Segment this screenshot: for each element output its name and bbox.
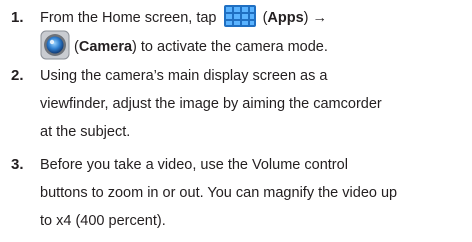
step-line: Using the camera’s main display screen a… (40, 68, 328, 84)
step-number: 3. (11, 156, 24, 173)
step-line: at the subject. (40, 124, 131, 140)
step-number: 1. (11, 9, 24, 26)
apps-grid-icon (223, 5, 256, 28)
step-number: 2. (11, 67, 24, 84)
step-line: to x4 (400 percent). (40, 213, 166, 229)
camera-label: Camera (78, 38, 133, 55)
step-text: ) to activate the camera mode. (132, 38, 328, 55)
step-line: Before you take a video, use the Volume … (40, 157, 348, 173)
step-1-line-1: From the Home screen, tap (Apps) → (40, 4, 327, 32)
apps-label: Apps (267, 10, 304, 26)
paren-close: ) (303, 10, 309, 26)
instruction-list: 1. From the Home screen, tap (Apps) → (C… (0, 0, 472, 242)
step-1-line-2: (Camera) to activate the camera mode. (40, 30, 328, 60)
arrow-icon: → (312, 10, 328, 26)
step-line: buttons to zoom in or out. You can magni… (40, 185, 398, 201)
step-line: viewfinder, adjust the image by aiming t… (40, 96, 382, 112)
step-text: From the Home screen, tap (40, 10, 217, 26)
camera-icon (40, 30, 70, 60)
